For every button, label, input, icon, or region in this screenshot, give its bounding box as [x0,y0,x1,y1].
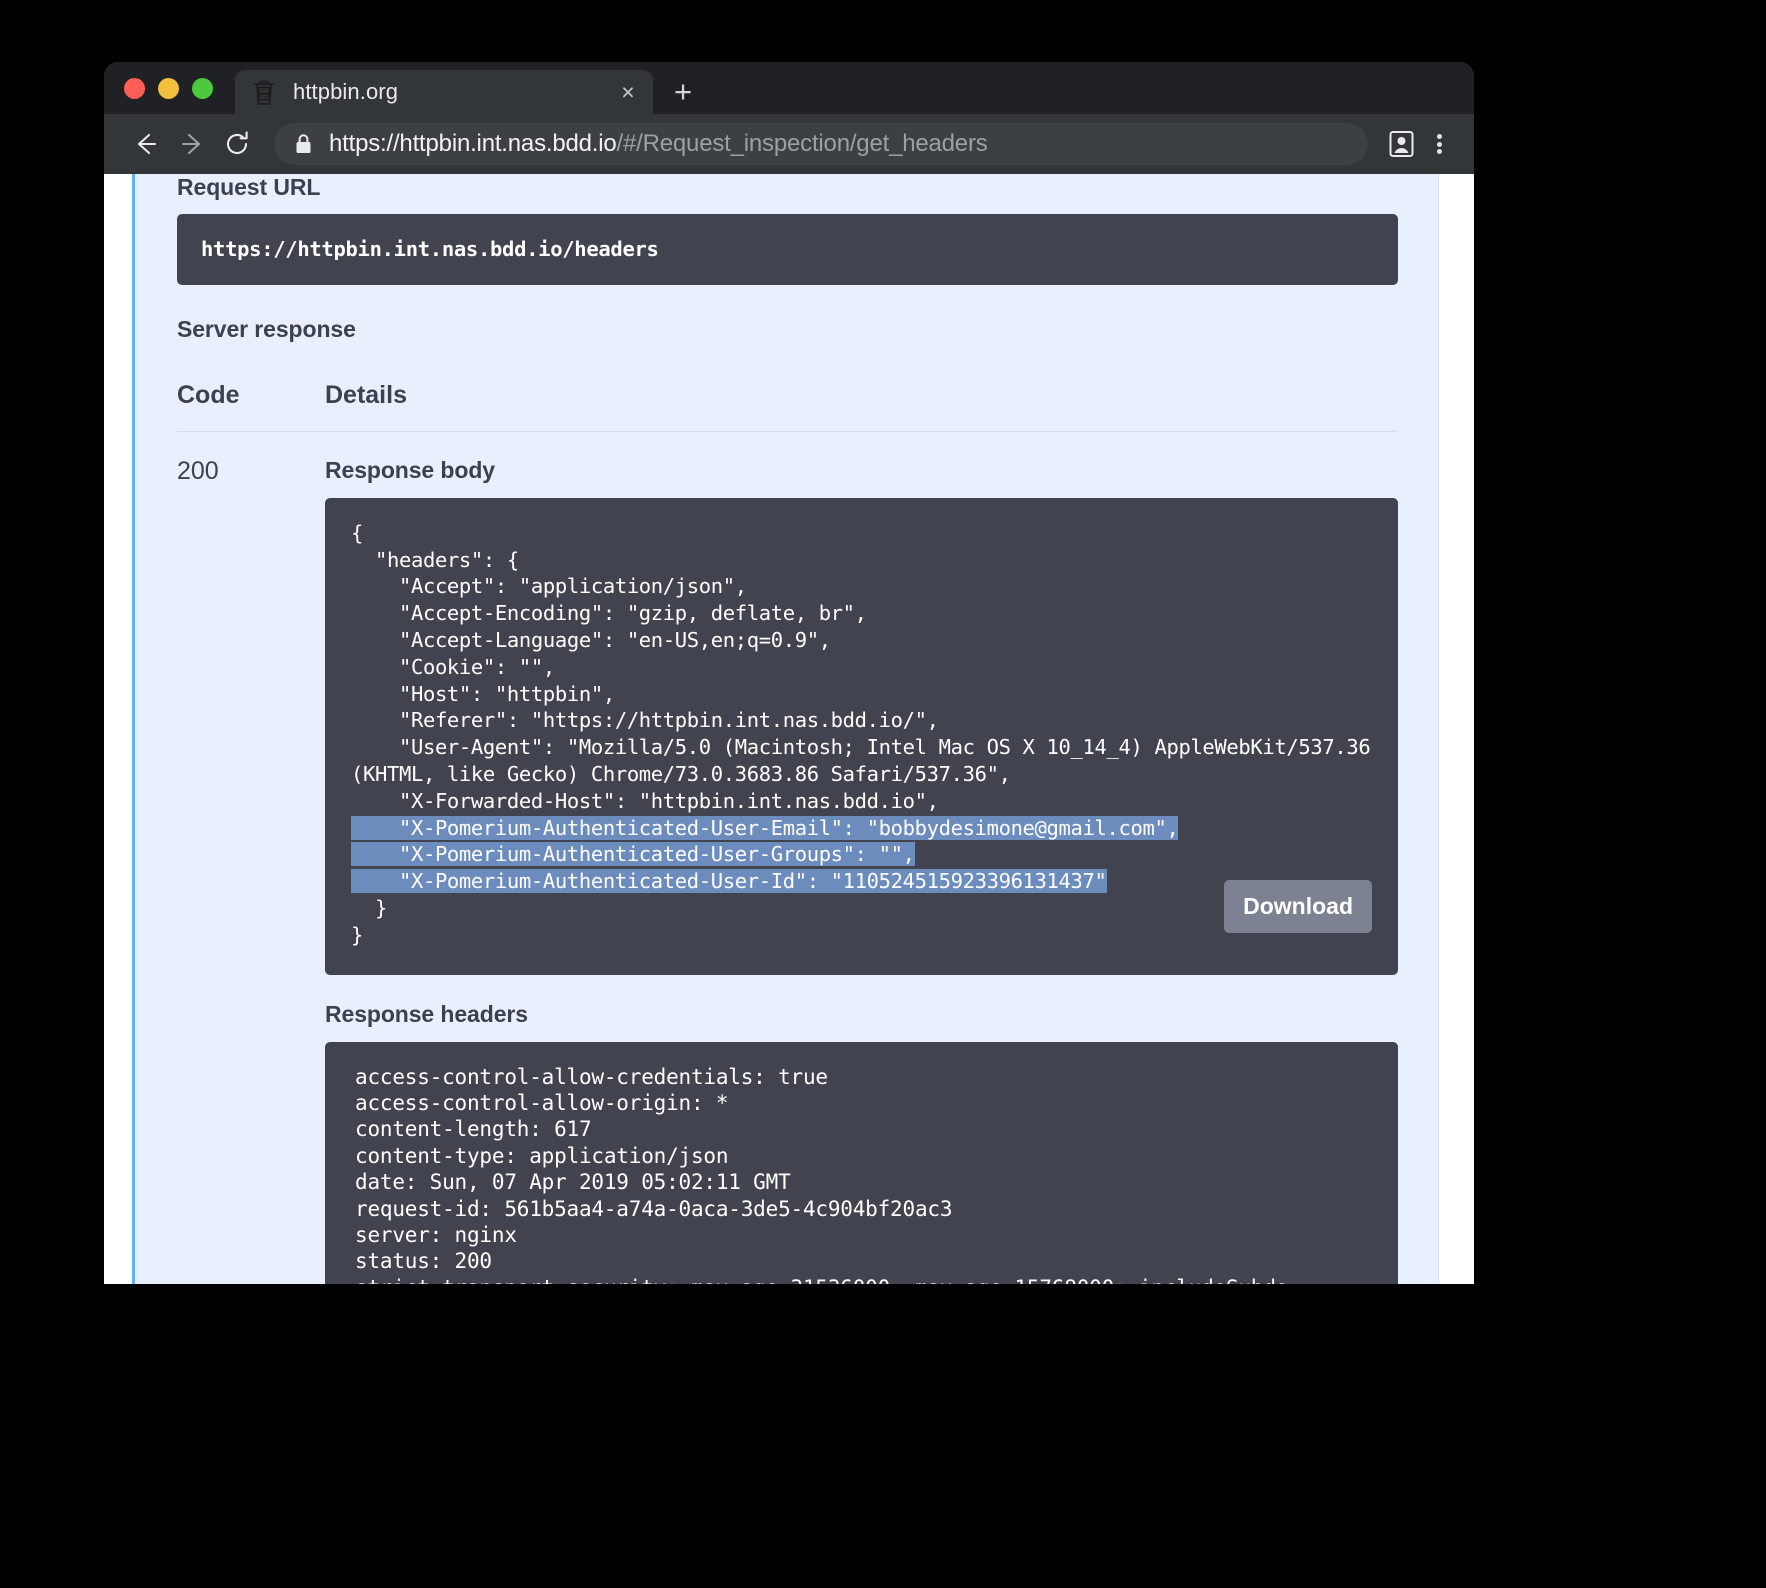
close-icon[interactable]: × [615,79,641,105]
response-body-code: { "headers": { "Accept": "application/js… [351,520,1372,949]
download-button[interactable]: Download [1224,880,1372,933]
lock-icon [294,133,313,155]
kebab-dot [1437,149,1442,154]
response-headers-label: Response headers [325,1001,1398,1028]
url-origin: https://httpbin.int.nas.bdd.io [329,130,617,157]
response-body-block[interactable]: { "headers": { "Accept": "application/js… [325,498,1398,975]
column-header-details: Details [325,381,1398,410]
address-bar[interactable]: https://httpbin.int.nas.bdd.io/#/Request… [274,123,1368,165]
selected-header-user-groups: "X-Pomerium-Authenticated-User-Groups": … [351,842,915,866]
swagger-response-pane: Request URL https://httpbin.int.nas.bdd.… [132,174,1474,1284]
selected-header-user-id: "X-Pomerium-Authenticated-User-Id": "110… [351,869,1107,893]
kebab-menu-icon[interactable] [1422,123,1456,165]
response-body-pre-selection: { "headers": { "Accept": "application/js… [351,521,1382,813]
column-header-code: Code [177,381,325,410]
tab-title: httpbin.org [293,79,615,105]
browser-window: ht tp httpbin.org × + [104,62,1474,1284]
response-table-row: 200 Response body { "headers": { "Accept… [177,432,1398,1284]
tab-strip: ht tp httpbin.org × + [104,62,1474,114]
new-tab-button[interactable]: + [667,77,699,109]
browser-toolbar: https://httpbin.int.nas.bdd.io/#/Request… [104,114,1474,174]
selected-header-user-email: "X-Pomerium-Authenticated-User-Email": "… [351,816,1178,840]
back-arrow-icon[interactable] [122,121,168,167]
response-details: Response body { "headers": { "Accept": "… [325,457,1398,1284]
kebab-dot [1437,134,1442,139]
http-trashcan-icon: ht tp [251,78,277,106]
status-code-value: 200 [177,457,325,1284]
forward-arrow-icon[interactable] [168,121,214,167]
window-minimize-button[interactable] [158,78,179,99]
request-url-value: https://httpbin.int.nas.bdd.io/headers [177,214,1398,285]
kebab-dot [1437,142,1442,147]
response-headers-block[interactable]: access-control-allow-credentials: true a… [325,1042,1398,1284]
window-maximize-button[interactable] [192,78,213,99]
profile-avatar-icon[interactable] [1380,123,1422,165]
svg-text:tp: tp [261,95,267,101]
response-table-header: Code Details [177,381,1398,432]
address-bar-url: https://httpbin.int.nas.bdd.io/#/Request… [329,130,988,158]
page-viewport: Request URL https://httpbin.int.nas.bdd.… [104,174,1474,1284]
page-scrollbar-gutter[interactable] [1438,174,1474,1284]
browser-tab[interactable]: ht tp httpbin.org × [235,70,653,114]
window-controls [124,78,213,99]
server-response-label: Server response [177,316,1398,343]
reload-icon[interactable] [214,121,260,167]
response-headers-text: access-control-allow-credentials: true a… [355,1064,1368,1284]
svg-text:ht: ht [261,89,267,95]
url-path: /#/Request_inspection/get_headers [617,130,988,157]
response-body-label: Response body [325,457,1398,484]
window-close-button[interactable] [124,78,145,99]
response-body-post-selection: } } [351,896,387,947]
request-url-label: Request URL [177,174,1398,201]
swagger-content: Request URL https://httpbin.int.nas.bdd.… [135,174,1440,1284]
